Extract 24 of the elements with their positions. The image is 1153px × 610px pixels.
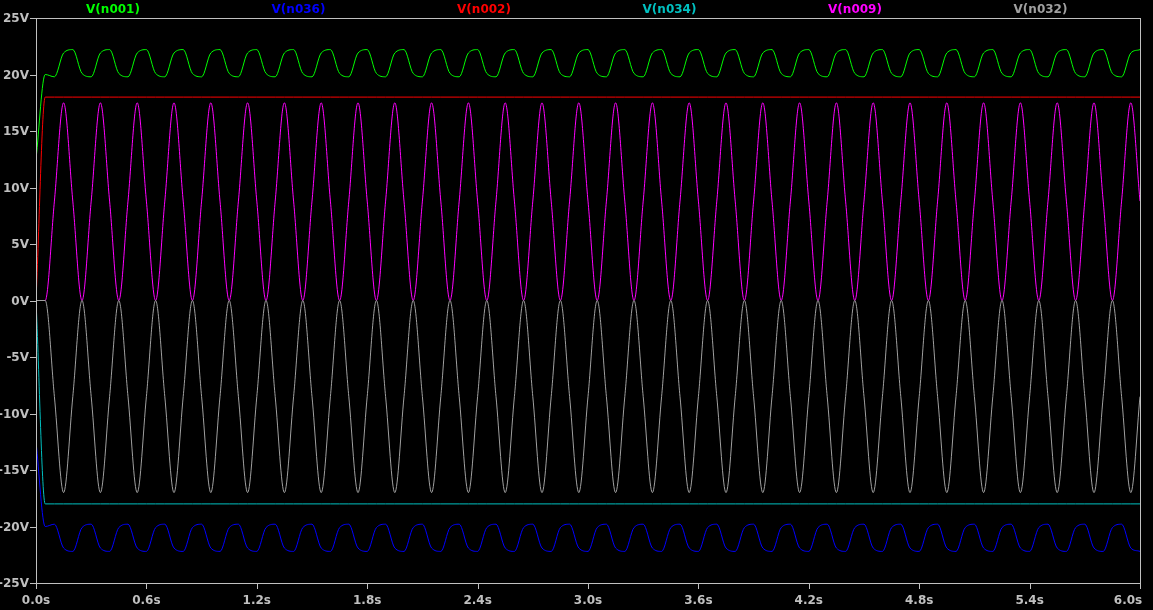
axis-tick-label: 25V	[3, 11, 29, 25]
series-label: V(n001)	[86, 2, 140, 16]
series-label: V(n002)	[457, 2, 511, 16]
axis-tick-label: 5.4s	[1015, 593, 1044, 607]
axis-tick-label: 3.0s	[573, 593, 603, 607]
axis-tick-label: 20V	[3, 67, 29, 82]
axis-tick-label: 1.2s	[242, 593, 271, 607]
series-label: V(n009)	[828, 2, 882, 16]
axis-tick-label: 6.0s	[1113, 593, 1143, 607]
axis-tick-label: 0V	[11, 293, 29, 308]
axis-tick-label: 0.6s	[132, 593, 161, 607]
axis-tick-label: -5V	[6, 350, 29, 364]
axis-tick-label: 15V	[3, 124, 29, 138]
series-label: V(n034)	[642, 2, 697, 16]
axis-tick-label: 3.6s	[684, 593, 713, 607]
axis-tick-label: 4.2s	[794, 593, 823, 607]
axis-tick-label: 5V	[11, 237, 29, 251]
axis-tick-label: 0.0s	[21, 593, 51, 607]
axis-tick-label: 10V	[3, 180, 29, 195]
axis-tick-label: 2.4s	[463, 593, 492, 607]
series-label: V(n032)	[1013, 2, 1068, 16]
axis-tick-label: 4.8s	[905, 593, 934, 607]
axis-tick-label: 1.8s	[353, 593, 382, 607]
series-label: V(n036)	[271, 2, 326, 16]
